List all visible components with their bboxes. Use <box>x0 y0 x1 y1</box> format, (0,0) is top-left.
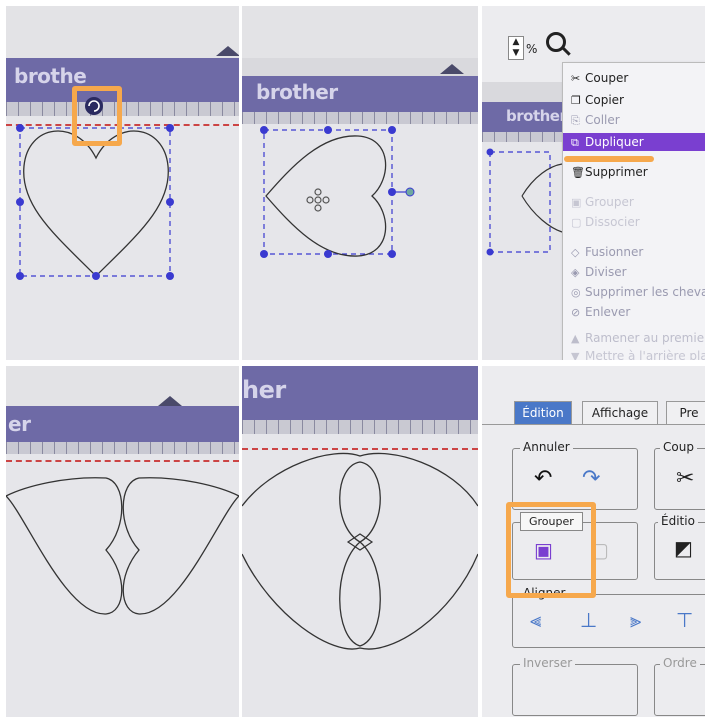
group-icon: ▣ <box>571 196 582 209</box>
heart-lobe-lower[interactable] <box>339 541 381 647</box>
overlap-icon: ◎ <box>571 286 581 299</box>
panel-two-hearts-apart: er <box>6 366 239 717</box>
heart-shape[interactable] <box>23 130 169 277</box>
menu-item-supprimer-chevauchements[interactable]: ◎ Supprimer les chevau <box>571 285 705 299</box>
scissors-icon: ✂ <box>571 72 581 85</box>
group-inverser-label: Inverser <box>520 656 576 670</box>
heart-shape-left[interactable] <box>6 477 123 615</box>
menu-item-arriere-plan[interactable]: ▼ Mettre à l'arrière plan <box>571 349 705 360</box>
move-icon[interactable] <box>306 188 330 212</box>
panel-rotate-heart: brothe <box>6 6 239 360</box>
highlight-rotate <box>72 86 122 146</box>
copy-icon: ❐ <box>571 94 581 107</box>
selection-box <box>19 127 171 277</box>
heart-shape[interactable] <box>265 135 387 257</box>
rotate-handle-icon[interactable] <box>405 187 415 197</box>
panel-hearts-overlap: her <box>242 366 478 717</box>
selection-handle-icon[interactable] <box>324 126 332 134</box>
align-right-icon[interactable]: ⫸ <box>630 608 641 632</box>
heart-shape-top[interactable] <box>242 452 478 507</box>
front-icon: ▲ <box>571 332 580 345</box>
remove-icon: ⊘ <box>571 306 581 319</box>
menu-item-coller[interactable]: ⎘ Coller <box>571 113 620 128</box>
selection-handle-icon[interactable] <box>166 272 174 280</box>
tab-edition[interactable]: Édition <box>514 401 572 424</box>
group-annuler <box>512 448 638 510</box>
panel-rotated-heart: brother <box>242 6 478 360</box>
edit-points-icon[interactable]: ◩ <box>674 536 693 560</box>
group-inverser <box>512 664 638 716</box>
menu-item-fusionner[interactable]: ◇ Fusionner <box>571 245 643 259</box>
menu-item-supprimer[interactable]: 🗑Supprimer <box>571 165 648 179</box>
redo-icon[interactable]: ↷ <box>582 466 600 491</box>
ungroup-icon: ▢ <box>571 216 582 229</box>
menu-item-diviser[interactable]: ◈ Diviser <box>571 265 627 279</box>
tab-affichage[interactable]: Affichage <box>582 401 658 424</box>
selection-handle-icon[interactable] <box>388 126 396 134</box>
selection-handle-icon[interactable] <box>260 126 268 134</box>
back-icon: ▼ <box>571 350 580 360</box>
menu-item-premier-plan[interactable]: ▲ Ramener au premier <box>571 331 705 345</box>
undo-icon[interactable]: ↶ <box>534 466 552 491</box>
selection-handle-icon[interactable] <box>166 124 174 132</box>
panel-edition-ribbon: Édition Affichage Pre Annuler ↶ ↷ Coup ✂… <box>482 366 705 717</box>
tab-preferences[interactable]: Pre <box>666 401 705 424</box>
align-center-icon[interactable]: ⊥ <box>580 608 597 632</box>
selection-handle-icon[interactable] <box>260 250 268 258</box>
group-ordre <box>654 664 705 716</box>
group-couper-label: Coup <box>660 440 697 454</box>
menu-item-dupliquer[interactable]: ⧉ Dupliquer <box>563 133 705 151</box>
heart-drawing[interactable] <box>242 6 478 360</box>
paste-icon: ⎘ <box>571 114 580 127</box>
trash-icon: 🗑 <box>571 166 585 179</box>
selection-handle-icon[interactable] <box>16 124 24 132</box>
menu-item-copier[interactable]: ❐ Copier <box>571 93 624 107</box>
selection-handle-icon[interactable] <box>16 272 24 280</box>
context-menu: ✂ Couper ❐ Copier ⎘ Coller ⧉ Dupliquer 🗑Supp… <box>562 62 705 360</box>
hearts-drawing[interactable] <box>242 366 478 717</box>
group-ordre-label: Ordre <box>660 656 700 670</box>
selection-handle-icon[interactable] <box>16 198 24 206</box>
align-left-icon[interactable]: ⫷ <box>530 608 541 632</box>
menu-item-dissocier[interactable]: ▢ Dissocier <box>571 215 640 229</box>
menu-item-enlever[interactable]: ⊘ Enlever <box>571 305 630 319</box>
highlight-grouper <box>506 502 596 598</box>
panel-context-menu: ▲ ▼ % brother ✂ Couper ❐ Copier ⎘ Coller ⧉ Du… <box>482 6 705 360</box>
scissors-icon[interactable]: ✂ <box>676 466 694 491</box>
group-edition-label: Éditio <box>658 514 698 528</box>
heart-shape-bottom[interactable] <box>242 553 478 650</box>
group-annuler-label: Annuler <box>520 440 573 454</box>
menu-item-grouper[interactable]: ▣ Grouper <box>571 195 634 209</box>
menu-item-couper[interactable]: ✂ Couper <box>571 71 628 85</box>
selection-handle-icon[interactable] <box>388 250 396 258</box>
selection-box <box>263 129 393 255</box>
selection-handle-icon[interactable] <box>324 250 332 258</box>
selection-handle-icon[interactable] <box>166 198 174 206</box>
selection-handle-icon[interactable] <box>92 272 100 280</box>
heart-shape-right[interactable] <box>122 477 239 615</box>
divide-icon: ◈ <box>571 266 580 279</box>
heart-drawing[interactable] <box>6 6 239 360</box>
heart-lobe-upper[interactable] <box>339 461 381 543</box>
hearts-drawing[interactable] <box>6 366 239 717</box>
merge-icon: ◇ <box>571 246 580 259</box>
align-top-icon[interactable]: ⊤ <box>676 608 693 632</box>
highlight-dupliquer <box>564 156 654 162</box>
duplicate-icon: ⧉ <box>571 136 579 149</box>
